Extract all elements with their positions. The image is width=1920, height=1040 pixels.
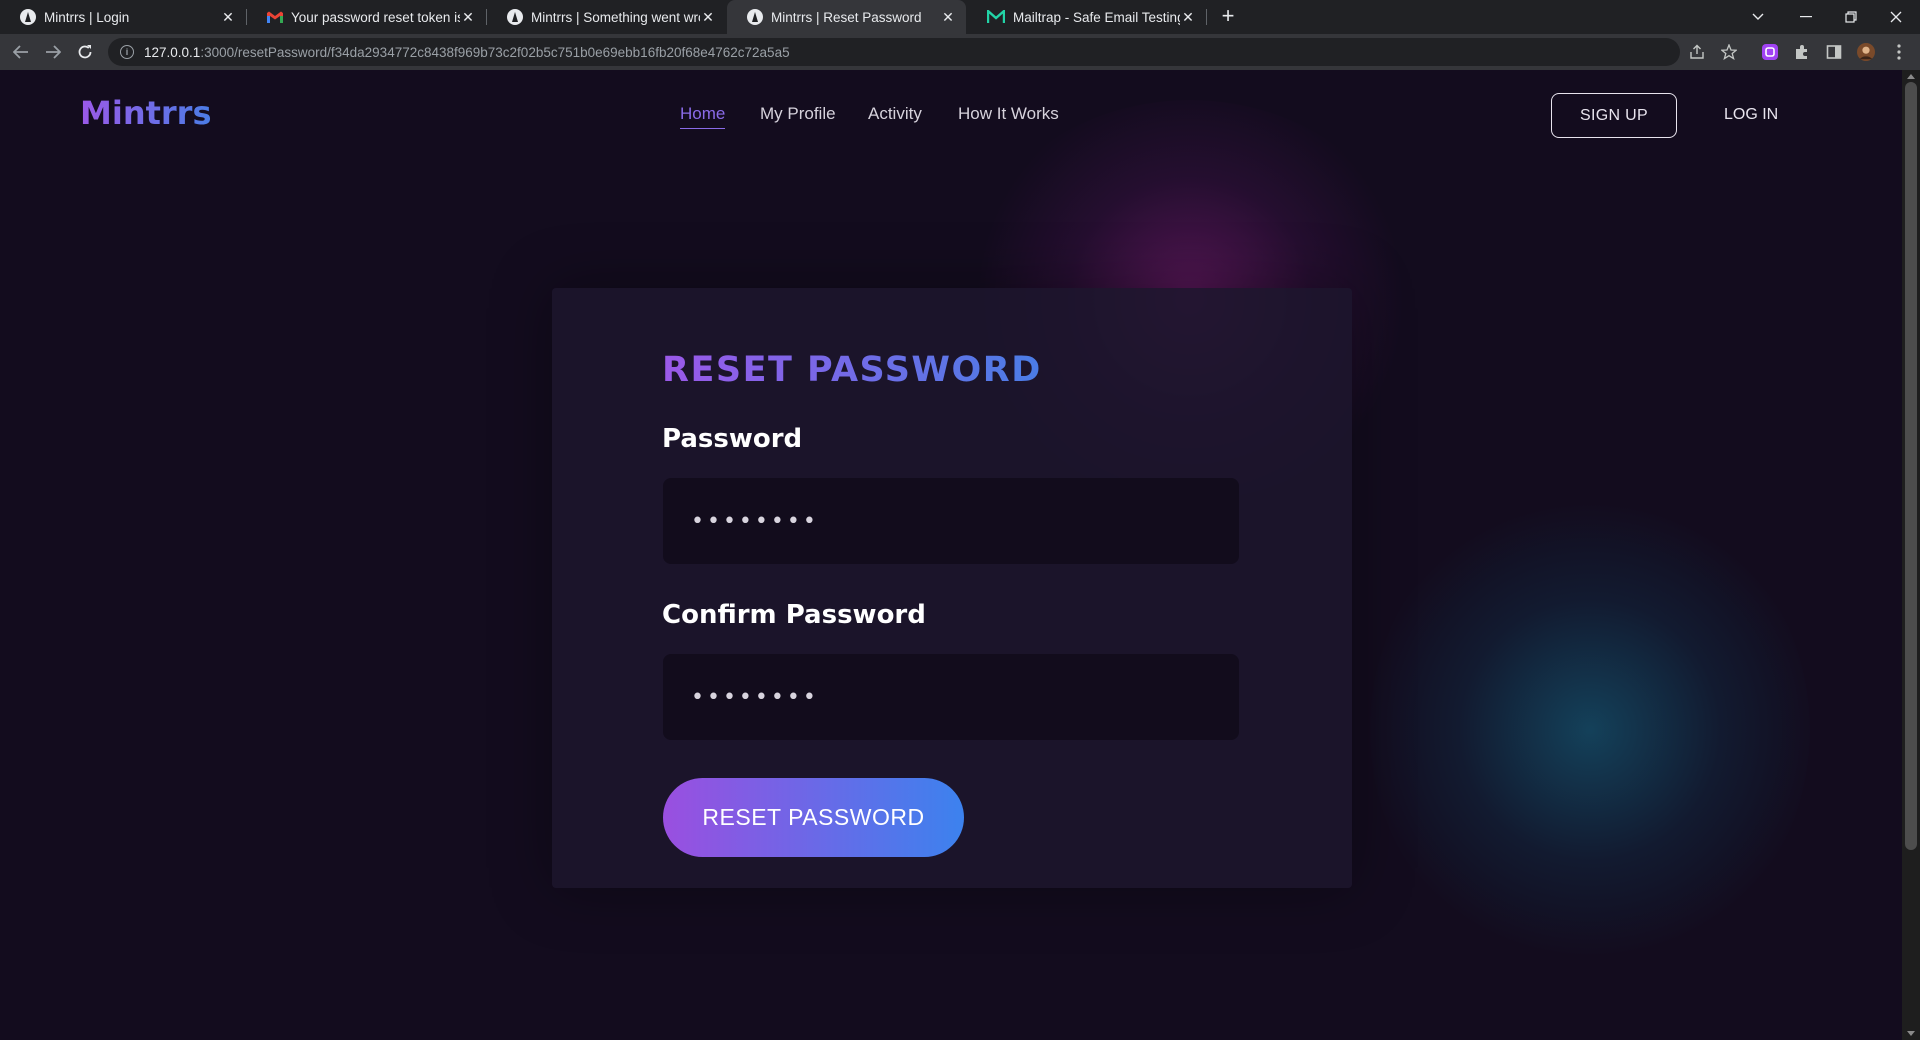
extensions-puzzle-icon[interactable] — [1793, 43, 1811, 61]
nav-home[interactable]: Home — [680, 104, 726, 129]
info-icon[interactable]: i — [120, 45, 134, 59]
share-icon[interactable] — [1688, 43, 1706, 61]
reload-icon — [78, 45, 92, 59]
minimize-button[interactable] — [1786, 0, 1826, 34]
mailtrap-icon — [987, 10, 1005, 23]
close-icon[interactable]: ✕ — [940, 9, 956, 26]
profile-avatar[interactable] — [1857, 43, 1875, 61]
tab-mailtrap[interactable]: Mailtrap - Safe Email Testing ✕ — [967, 0, 1206, 34]
scroll-down-arrow-icon[interactable] — [1907, 1031, 1915, 1036]
close-icon[interactable]: ✕ — [460, 9, 476, 26]
arrow-left-icon — [13, 45, 28, 59]
tab-mintrrs-login[interactable]: Mintrrs | Login ✕ — [0, 0, 246, 34]
url-host: 127.0.0.1 — [144, 44, 201, 60]
mintrrs-logo-icon — [507, 9, 523, 25]
confirm-password-label: Confirm Password — [662, 600, 926, 630]
chevron-down-icon — [1752, 13, 1764, 20]
tab-title: Mintrrs | Reset Password — [771, 9, 922, 25]
bookmark-star-icon[interactable] — [1720, 43, 1738, 61]
close-icon[interactable]: ✕ — [1180, 9, 1196, 26]
password-field[interactable] — [663, 478, 1239, 564]
minimize-icon — [1800, 16, 1812, 18]
site-logo[interactable]: Mintrrs — [80, 94, 212, 132]
menu-kebab-icon[interactable] — [1890, 43, 1908, 61]
tab-title: Mintrrs | Something went wrong — [531, 9, 700, 25]
tab-gmail-reset-token[interactable]: Your password reset token is vali ✕ — [247, 0, 486, 34]
tab-title: Mintrrs | Login — [44, 9, 130, 25]
forward-button[interactable] — [41, 40, 65, 64]
tab-title: Mailtrap - Safe Email Testing — [1013, 9, 1180, 25]
page-viewport: Mintrrs Home My Profile Activity How It … — [0, 70, 1902, 1040]
confirm-password-field[interactable] — [663, 654, 1239, 740]
tab-title: Your password reset token is vali — [291, 9, 460, 25]
tab-separator — [1206, 9, 1207, 25]
browser-toolbar: i 127.0.0.1:3000/resetPassword/f34da2934… — [0, 34, 1920, 70]
arrow-right-icon — [46, 45, 61, 59]
back-button[interactable] — [9, 40, 33, 64]
reload-button[interactable] — [73, 40, 97, 64]
new-tab-button[interactable]: + — [1216, 5, 1240, 28]
page-scrollbar[interactable] — [1902, 70, 1920, 1040]
restore-icon — [1845, 11, 1857, 23]
close-icon[interactable]: ✕ — [700, 9, 716, 26]
url-path: :3000/resetPassword/f34da2934772c8438f96… — [200, 44, 790, 60]
log-in-link[interactable]: LOG IN — [1724, 106, 1778, 124]
browser-tab-strip: Mintrrs | Login ✕ Your password reset to… — [0, 0, 1920, 34]
reset-password-card: RESET PASSWORD Password Confirm Password… — [552, 288, 1352, 888]
close-window-button[interactable] — [1876, 0, 1916, 34]
extension-purple-icon[interactable] — [1761, 43, 1779, 61]
password-label: Password — [662, 424, 803, 454]
mintrrs-logo-icon — [747, 9, 763, 25]
nav-activity[interactable]: Activity — [868, 104, 922, 124]
tab-search-button[interactable] — [1738, 0, 1778, 34]
page-title: RESET PASSWORD — [662, 350, 1042, 390]
tab-mintrrs-error[interactable]: Mintrrs | Something went wrong ✕ — [487, 0, 726, 34]
reset-password-button[interactable]: RESET PASSWORD — [663, 778, 964, 857]
scroll-up-arrow-icon[interactable] — [1907, 74, 1915, 79]
side-panel-icon[interactable] — [1825, 43, 1843, 61]
scrollbar-thumb[interactable] — [1905, 82, 1917, 850]
nav-how-it-works[interactable]: How It Works — [958, 104, 1059, 124]
address-bar[interactable]: i 127.0.0.1:3000/resetPassword/f34da2934… — [108, 38, 1680, 66]
nav-my-profile[interactable]: My Profile — [760, 104, 836, 124]
close-icon — [1890, 11, 1902, 23]
sign-up-button[interactable]: SIGN UP — [1551, 93, 1677, 138]
mintrrs-logo-icon — [20, 9, 36, 25]
decorative-glow-teal — [1370, 490, 1810, 970]
restore-button[interactable] — [1831, 0, 1871, 34]
tab-mintrrs-reset-password[interactable]: Mintrrs | Reset Password ✕ — [727, 0, 966, 34]
close-icon[interactable]: ✕ — [220, 9, 236, 26]
gmail-icon — [267, 11, 283, 23]
